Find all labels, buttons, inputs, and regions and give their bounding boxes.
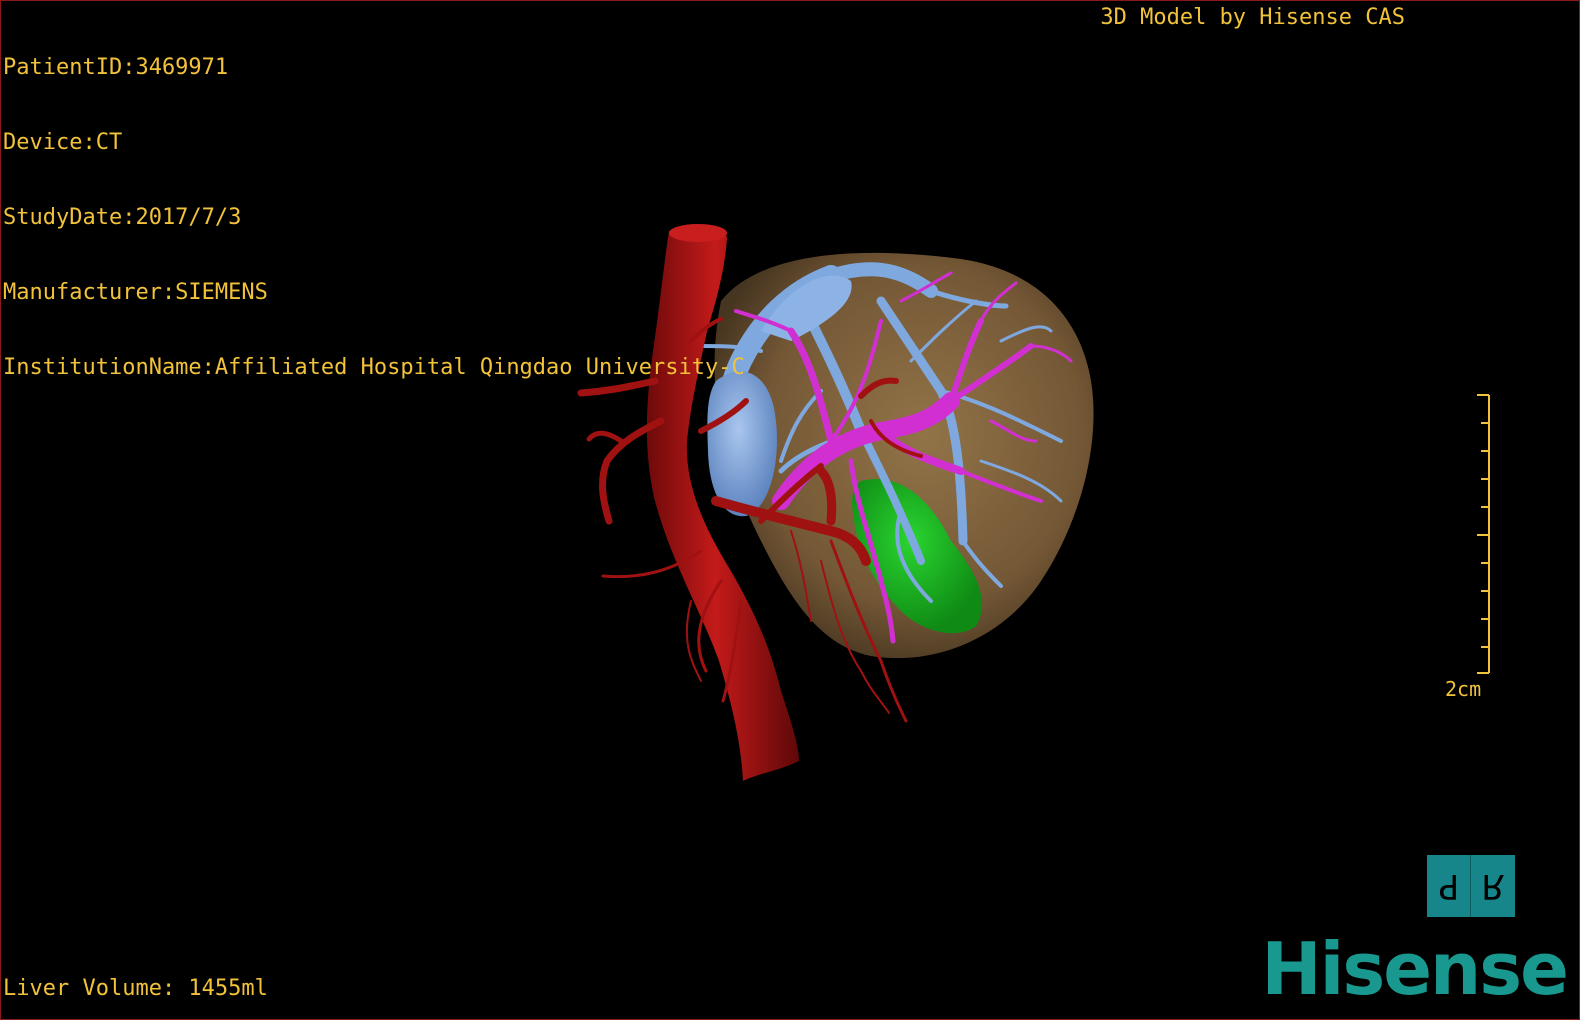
orientation-cube[interactable]: P R — [1427, 855, 1515, 917]
3d-viewport[interactable]: PatientID:3469971 Device:CT StudyDate:20… — [0, 0, 1580, 1020]
patient-id-text: PatientID:3469971 — [3, 55, 229, 80]
orientation-posterior-face[interactable]: P — [1427, 855, 1471, 917]
institution-text: InstitutionName:Affiliated Hospital Qing… — [3, 355, 745, 380]
scale-label: 2cm — [1445, 677, 1482, 701]
liver-volume-text: Liver Volume: 1455ml — [3, 976, 268, 1001]
orientation-right-face[interactable]: R — [1471, 855, 1515, 917]
study-date-text: StudyDate:2017/7/3 — [3, 205, 242, 230]
manufacturer-text: Manufacturer:SIEMENS — [3, 280, 268, 305]
device-text: Device:CT — [3, 130, 123, 155]
hisense-logo: Hisense — [1261, 927, 1569, 1011]
patient-info-overlay: PatientID:3469971 Device:CT StudyDate:20… — [3, 5, 745, 430]
model-credit-text: 3D Model by Hisense CAS — [1100, 5, 1405, 30]
scale-bar — [1477, 394, 1490, 674]
